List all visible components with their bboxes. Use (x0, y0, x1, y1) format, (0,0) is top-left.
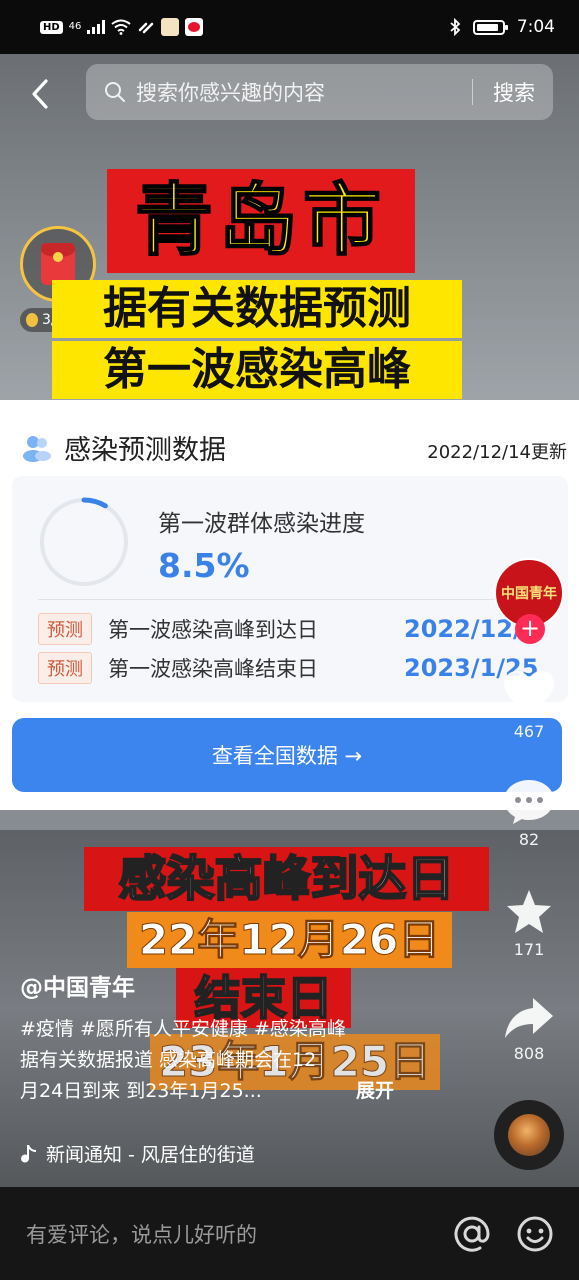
search-divider (472, 79, 473, 105)
prediction-label: 第一波感染高峰结束日 (108, 657, 318, 681)
view-national-data-button: 查看全国数据 → (12, 718, 562, 792)
app-notification-icon (161, 18, 180, 36)
music-disc[interactable] (494, 1100, 564, 1170)
video-caption[interactable]: #疫情 #愿所有人平安健康 #感染高峰 据有关数据报道 感染高峰期会在12 月2… (20, 1014, 420, 1107)
music-note-icon (21, 1144, 36, 1162)
headline-line-1-text: 据有关数据预测 (103, 283, 411, 334)
coin-icon (26, 313, 38, 327)
card-header: 感染预测数据 (22, 428, 226, 467)
headline-city-text: 青岛市 (134, 176, 387, 266)
music-title: 新闻通知 - 风居住的街道 (46, 1144, 255, 1166)
back-button[interactable] (22, 76, 58, 112)
search-placeholder[interactable]: 搜索你感兴趣的内容 (136, 77, 472, 107)
battery-icon (472, 19, 508, 35)
prediction-tag: 预测 (38, 613, 92, 645)
banner-peak-arrival-date: 22年12月26日 (127, 912, 452, 968)
card-title: 感染预测数据 (64, 435, 226, 466)
status-bar: HD 46 7:04 (0, 0, 579, 54)
emoji-icon[interactable] (517, 1216, 553, 1252)
status-right: 7:04 (449, 17, 555, 37)
comment-input[interactable]: 有爱评论，说点儿好听的 (26, 1219, 453, 1249)
headline-line-2-text: 第一波感染高峰 (103, 344, 411, 395)
author-name[interactable]: @中国青年 (20, 968, 135, 1002)
signal-icon (87, 20, 106, 34)
prediction-value: 2022/12/ (404, 615, 522, 643)
link-icon (139, 22, 154, 34)
star-icon (507, 890, 551, 933)
weibo-icon (185, 18, 204, 36)
search-button[interactable]: 搜索 (493, 77, 535, 107)
mention-icon[interactable] (453, 1215, 491, 1253)
banner-peak-arrival: 感染高峰到达日 (84, 847, 489, 911)
chevron-left-icon (32, 79, 48, 109)
prediction-label: 第一波感染高峰到达日 (108, 618, 318, 642)
video-player[interactable]: 搜索你感兴趣的内容 搜索 3/8 青岛市 据有关数据预测 第一波感染高峰 感染预… (0, 54, 579, 1187)
favorite-button[interactable]: 171 (494, 888, 564, 959)
headline-line-1: 据有关数据预测 (52, 280, 462, 338)
clock: 7:04 (516, 17, 555, 37)
share-icon (505, 998, 553, 1038)
users-icon (23, 435, 51, 462)
hd-indicator: HD (40, 20, 63, 34)
comment-icon (504, 780, 554, 824)
headline-line-2: 第一波感染高峰 (52, 341, 462, 399)
expand-button[interactable]: 展开 (356, 1076, 394, 1107)
divider (38, 599, 550, 600)
prediction-card: 感染预测数据 2022/12/14更新 第一波群体感染进度 8.5% 预测 第一… (0, 400, 579, 810)
wifi-icon (111, 19, 132, 35)
comment-count: 82 (518, 830, 540, 849)
prediction-tag: 预测 (38, 652, 92, 684)
status-left: HD 46 (40, 18, 204, 36)
share-button[interactable]: 808 (494, 996, 564, 1063)
progress-panel: 第一波群体感染进度 8.5% 预测 第一波感染高峰到达日 2022/12/ 预测… (12, 476, 568, 702)
network-type: 46 (68, 21, 82, 32)
like-button[interactable]: 467 (494, 670, 564, 741)
favorite-count: 171 (513, 940, 545, 959)
caption-line: #疫情 #愿所有人平安健康 #感染高峰 (20, 1018, 346, 1040)
follow-button[interactable]: + (515, 614, 545, 644)
progress-ring (39, 497, 129, 587)
headline-city: 青岛市 (107, 169, 415, 273)
heart-icon (504, 671, 554, 715)
search-bar[interactable]: 搜索你感兴趣的内容 搜索 (86, 64, 553, 120)
comment-bar-icons (453, 1215, 553, 1253)
progress-label: 第一波群体感染进度 (158, 511, 365, 537)
comment-bar[interactable]: 有爱评论，说点儿好听的 (0, 1187, 579, 1280)
caption-line: 据有关数据报道 感染高峰期会在12 (20, 1049, 317, 1071)
card-updated-date: 2022/12/14更新 (427, 442, 567, 463)
red-envelope-icon (41, 243, 75, 285)
comment-button[interactable]: 82 (494, 778, 564, 849)
search-icon (105, 82, 125, 102)
music-cover (508, 1114, 550, 1156)
bluetooth-icon (450, 18, 461, 36)
like-count: 467 (513, 722, 545, 741)
share-count: 808 (513, 1044, 545, 1063)
prediction-row: 预测 第一波感染高峰到达日 2022/12/ (38, 612, 558, 646)
prediction-row: 预测 第一波感染高峰结束日 2023/1/25 (38, 651, 558, 685)
music-info[interactable]: 新闻通知 - 风居住的街道 (20, 1140, 255, 1167)
progress-value: 8.5% (158, 546, 250, 585)
